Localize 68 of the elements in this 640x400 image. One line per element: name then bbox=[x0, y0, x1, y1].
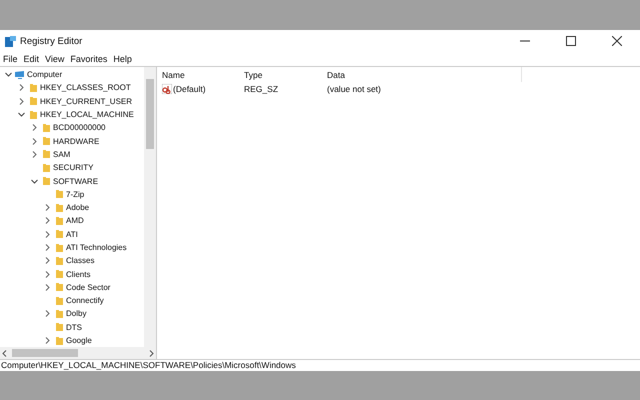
chevron-right-icon[interactable] bbox=[43, 336, 52, 346]
tree-item[interactable]: HKEY_CURRENT_USER bbox=[40, 96, 132, 106]
folder-icon bbox=[41, 122, 51, 133]
chevron-down-icon[interactable] bbox=[4, 70, 13, 80]
column-header[interactable]: Data bbox=[327, 70, 521, 80]
tree-item[interactable]: BCD00000000 bbox=[53, 123, 106, 132]
menu-item[interactable]: View bbox=[45, 54, 64, 64]
folder-icon bbox=[54, 322, 64, 332]
status-bar: Computer\HKEY_LOCAL_MACHINE\SOFTWARE\Policies\Microsoft\Windows bbox=[0, 359, 640, 371]
folder-icon bbox=[54, 229, 64, 240]
table-cell-text: (value not set) bbox=[327, 84, 382, 94]
folder-icon bbox=[54, 189, 64, 200]
scroll-right-icon[interactable] bbox=[148, 350, 154, 356]
chevron-down-icon[interactable] bbox=[30, 176, 39, 186]
tree-item[interactable]: HKEY_LOCAL_MACHINE bbox=[40, 110, 134, 120]
horizontal-scrollbar[interactable] bbox=[0, 347, 156, 359]
tree-item[interactable]: SOFTWARE bbox=[53, 176, 98, 186]
scroll-left-icon[interactable] bbox=[2, 350, 8, 356]
menu-item[interactable]: Help bbox=[113, 54, 132, 64]
computer-icon bbox=[15, 70, 25, 80]
tree-item[interactable]: ATI Technologies bbox=[66, 243, 127, 252]
tree-item[interactable]: Connectify bbox=[66, 296, 104, 306]
column-header[interactable]: Type bbox=[244, 70, 327, 80]
folder-icon bbox=[54, 216, 64, 226]
folder-icon bbox=[54, 336, 64, 346]
folder-icon bbox=[54, 282, 64, 292]
tree-item[interactable]: Google bbox=[66, 336, 92, 346]
maximize-icon bbox=[566, 36, 576, 46]
folder-icon bbox=[54, 242, 64, 252]
tree-item[interactable]: SAM bbox=[53, 150, 70, 159]
tree-item[interactable]: SECURITY bbox=[53, 163, 94, 172]
chevron-down-icon[interactable] bbox=[17, 110, 26, 120]
menu-item[interactable]: Favorites bbox=[70, 54, 108, 64]
tree-item[interactable]: Adobe bbox=[66, 203, 90, 212]
table-cell[interactable]: (Default) bbox=[173, 84, 206, 94]
tree-item[interactable]: Computer bbox=[27, 70, 62, 80]
tree-item[interactable]: AMD bbox=[66, 216, 84, 226]
folder-icon bbox=[54, 269, 64, 280]
folder-icon bbox=[28, 96, 38, 106]
tree-item[interactable]: Dolby bbox=[66, 309, 86, 318]
tree-item[interactable]: ATI bbox=[66, 230, 78, 239]
folder-icon bbox=[41, 162, 51, 173]
menu-item[interactable]: Edit bbox=[24, 54, 40, 64]
folder-icon bbox=[54, 308, 64, 319]
string-value-icon bbox=[162, 84, 172, 94]
tree-item[interactable]: Code Sector bbox=[66, 282, 110, 292]
folder-icon bbox=[54, 202, 64, 213]
folder-icon bbox=[28, 110, 38, 120]
folder-icon bbox=[41, 176, 51, 186]
folder-icon bbox=[54, 296, 64, 306]
folder-icon bbox=[28, 82, 38, 93]
tree-item[interactable]: 7-Zip bbox=[66, 190, 84, 199]
tree-item[interactable]: HARDWARE bbox=[53, 136, 100, 146]
tree-item[interactable]: DTS bbox=[66, 322, 82, 332]
column-header[interactable]: Name bbox=[162, 70, 244, 80]
table-cell-text: REG_SZ bbox=[244, 84, 280, 94]
menu-item[interactable]: File bbox=[3, 54, 18, 64]
tree-item[interactable]: Clients bbox=[66, 270, 90, 279]
folder-icon bbox=[54, 256, 64, 266]
folder-icon bbox=[41, 149, 51, 160]
registry-icon bbox=[5, 36, 16, 46]
vertical-scrollbar[interactable] bbox=[144, 67, 156, 347]
tree-item[interactable]: HKEY_CLASSES_ROOT bbox=[40, 83, 131, 92]
tree-item[interactable]: Classes bbox=[66, 256, 94, 266]
chevron-right-icon[interactable] bbox=[43, 309, 52, 318]
folder-icon bbox=[41, 136, 51, 146]
close-icon bbox=[612, 36, 622, 46]
window-title: Registry Editor bbox=[20, 36, 82, 46]
